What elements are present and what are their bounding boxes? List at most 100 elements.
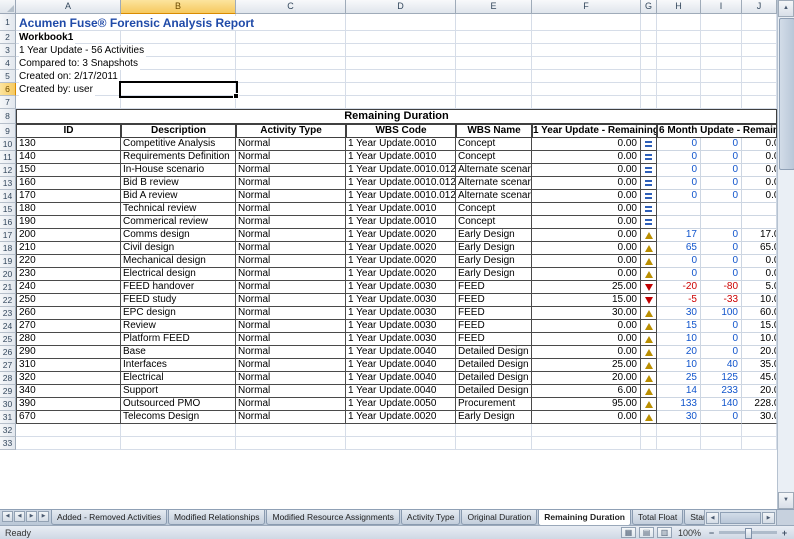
cell-variance[interactable]: 20 xyxy=(657,346,701,359)
cell-variance-pct[interactable]: 0 xyxy=(701,333,742,346)
cell-id[interactable]: 180 xyxy=(16,203,121,216)
cell-six-month-value[interactable]: 10.00 xyxy=(742,294,777,307)
cell-variance[interactable]: 25 xyxy=(657,372,701,385)
cell-wbs-name[interactable]: FEED xyxy=(456,281,532,294)
cell-variance[interactable]: 10 xyxy=(657,359,701,372)
cell-wbs-code[interactable]: 1 Year Update.0040 xyxy=(346,346,456,359)
cell-six-month-value[interactable]: 15.00 xyxy=(742,320,777,333)
cell-variance-pct[interactable]: 125 xyxy=(701,372,742,385)
cell-id[interactable]: 390 xyxy=(16,398,121,411)
cell-id[interactable]: 220 xyxy=(16,255,121,268)
cell-activity-type[interactable]: Normal xyxy=(236,242,346,255)
cell-six-month-value[interactable]: 10.00 xyxy=(742,333,777,346)
cell-six-month-value[interactable]: 20.00 xyxy=(742,385,777,398)
cell-trend[interactable] xyxy=(641,255,657,268)
cell-activity-type[interactable]: Normal xyxy=(236,281,346,294)
cell-activity-type[interactable]: Normal xyxy=(236,216,346,229)
cell-activity-type[interactable]: Normal xyxy=(236,333,346,346)
column-header-6-month-update[interactable]: 6 Month Update - Remaining Duration xyxy=(657,124,777,138)
cell-variance-pct[interactable]: 100 xyxy=(701,307,742,320)
cell-wbs-name[interactable]: Detailed Design xyxy=(456,346,532,359)
cell-description[interactable]: Base xyxy=(121,346,236,359)
column-letter-E[interactable]: E xyxy=(456,0,532,14)
cell-variance[interactable]: 0 xyxy=(657,255,701,268)
row-number-1[interactable]: 1 xyxy=(0,14,16,31)
cell-wbs-code[interactable]: 1 Year Update.0010 xyxy=(346,138,456,151)
cell-wbs-name[interactable]: Detailed Design xyxy=(456,385,532,398)
cell-variance[interactable]: 65 xyxy=(657,242,701,255)
cell-description[interactable]: Interfaces xyxy=(121,359,236,372)
column-letter-A[interactable]: A xyxy=(16,0,121,14)
cell-wbs-name[interactable]: Alternate scenario xyxy=(456,177,532,190)
cell-six-month-value[interactable]: 0.00 xyxy=(742,138,777,151)
cell-six-month-value[interactable]: 20.00 xyxy=(742,346,777,359)
cell-variance[interactable]: -5 xyxy=(657,294,701,307)
column-letter-D[interactable]: D xyxy=(346,0,456,14)
cell-trend[interactable] xyxy=(641,398,657,411)
cell-description[interactable]: Electrical design xyxy=(121,268,236,281)
cell-wbs-name[interactable]: Concept xyxy=(456,151,532,164)
row-number-13[interactable]: 13 xyxy=(0,177,16,190)
sheet-tab-original-duration[interactable]: Original Duration xyxy=(461,510,537,525)
cell-trend[interactable] xyxy=(641,190,657,203)
row-number-31[interactable]: 31 xyxy=(0,411,16,424)
row-number-6[interactable]: 6 xyxy=(0,83,16,96)
row-number-29[interactable]: 29 xyxy=(0,385,16,398)
cell-id[interactable]: 170 xyxy=(16,190,121,203)
cell-year-update-value[interactable]: 0.00 xyxy=(532,333,641,346)
cell-variance-pct[interactable]: 0 xyxy=(701,164,742,177)
cell-description[interactable]: Competitive Analysis xyxy=(121,138,236,151)
cell-variance-pct[interactable]: 0 xyxy=(701,229,742,242)
cell-description[interactable]: In-House scenario xyxy=(121,164,236,177)
cell-variance[interactable]: 0 xyxy=(657,151,701,164)
cell-id[interactable]: 310 xyxy=(16,359,121,372)
cell-trend[interactable] xyxy=(641,346,657,359)
next-sheet-icon[interactable]: ▶ xyxy=(26,511,37,522)
cell-variance-pct[interactable]: -80 xyxy=(701,281,742,294)
cell-variance-pct[interactable]: 0 xyxy=(701,268,742,281)
cell-description[interactable]: Review xyxy=(121,320,236,333)
cell-description[interactable]: Platform FEED xyxy=(121,333,236,346)
cell-trend[interactable] xyxy=(641,151,657,164)
cell-variance[interactable]: 0 xyxy=(657,190,701,203)
cell-wbs-code[interactable]: 1 Year Update.0010.0120 xyxy=(346,164,456,177)
last-sheet-icon[interactable]: ▶ xyxy=(38,511,49,522)
cell-six-month-value[interactable]: 0.00 xyxy=(742,151,777,164)
column-header-description[interactable]: Description xyxy=(121,124,236,138)
row-number-21[interactable]: 21 xyxy=(0,281,16,294)
cell-grid[interactable]: Acumen Fuse® Forensic Analysis Report Wo… xyxy=(16,14,777,509)
cell-variance-pct[interactable]: 0 xyxy=(701,190,742,203)
cell-trend[interactable] xyxy=(641,138,657,151)
cell-activity-type[interactable]: Normal xyxy=(236,151,346,164)
cell-variance-pct[interactable]: 0 xyxy=(701,255,742,268)
cell-variance[interactable]: 14 xyxy=(657,385,701,398)
cell-wbs-code[interactable]: 1 Year Update.0030 xyxy=(346,294,456,307)
cell-id[interactable]: 320 xyxy=(16,372,121,385)
column-letter-H[interactable]: H xyxy=(657,0,701,14)
row-number-15[interactable]: 15 xyxy=(0,203,16,216)
cell-trend[interactable] xyxy=(641,333,657,346)
cell-activity-type[interactable]: Normal xyxy=(236,307,346,320)
cell-year-update-value[interactable]: 0.00 xyxy=(532,216,641,229)
cell-wbs-code[interactable]: 1 Year Update.0010.0120 xyxy=(346,190,456,203)
cell-year-update-value[interactable]: 95.00 xyxy=(532,398,641,411)
zoom-level[interactable]: 100% xyxy=(675,528,704,538)
cell-variance[interactable]: 0 xyxy=(657,177,701,190)
cell-six-month-value[interactable]: 228.00 xyxy=(742,398,777,411)
cell-year-update-value[interactable]: 0.00 xyxy=(532,190,641,203)
cell-id[interactable]: 210 xyxy=(16,242,121,255)
row-number-16[interactable]: 16 xyxy=(0,216,16,229)
cell-id[interactable]: 270 xyxy=(16,320,121,333)
cell-wbs-name[interactable]: Early Design xyxy=(456,411,532,424)
scroll-up-icon[interactable]: ▲ xyxy=(778,0,794,17)
cell-description[interactable]: FEED handover xyxy=(121,281,236,294)
cell-year-update-value[interactable]: 0.00 xyxy=(532,177,641,190)
cell-activity-type[interactable]: Normal xyxy=(236,398,346,411)
cell-description[interactable]: Mechanical design xyxy=(121,255,236,268)
cell-description[interactable]: Commerical review xyxy=(121,216,236,229)
cell-id[interactable]: 340 xyxy=(16,385,121,398)
cell-variance[interactable] xyxy=(657,216,701,229)
cell-activity-type[interactable]: Normal xyxy=(236,294,346,307)
cell-id[interactable]: 250 xyxy=(16,294,121,307)
cell-wbs-name[interactable]: Alternate scenario xyxy=(456,190,532,203)
